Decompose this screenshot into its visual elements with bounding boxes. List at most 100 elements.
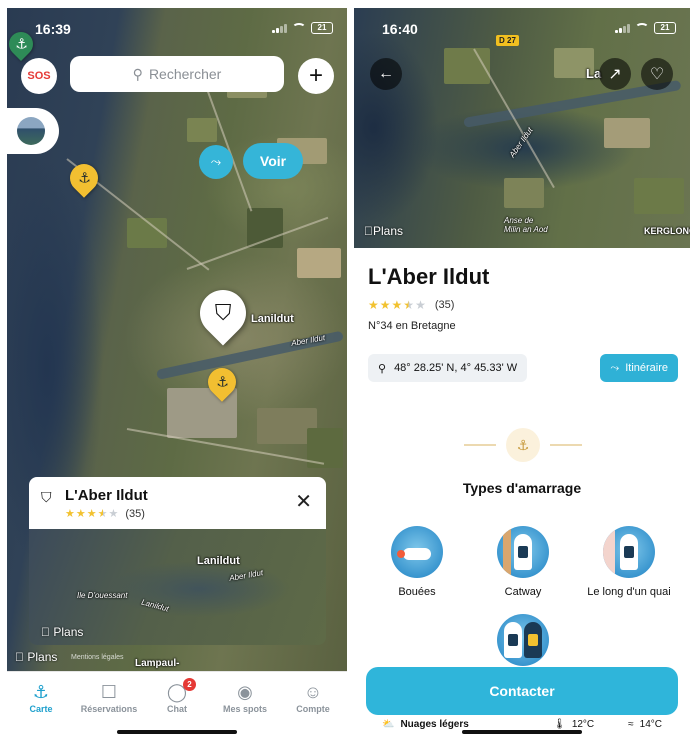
- back-button[interactable]: ←: [370, 58, 402, 90]
- map-label-village: Lanildut: [251, 313, 294, 325]
- map-icon: ⚓: [32, 682, 50, 702]
- map-layer-thumbnail[interactable]: [7, 108, 59, 154]
- battery-icon: 21: [311, 22, 333, 34]
- tab-label: Réservations: [80, 704, 138, 714]
- map-screen: Lanildut Aber Ildut Lampaul- ⚓ ⚓ ⛉ ⚓  P…: [7, 8, 347, 740]
- tab-label: Carte: [29, 704, 53, 714]
- map-pin-icon: ⚲: [378, 362, 387, 375]
- star-icon: ★: [379, 298, 391, 312]
- hero-map[interactable]: D 27 La Aber Ildut Anse de Milin an Aod …: [354, 8, 690, 248]
- calendar-icon: ☐: [100, 682, 118, 702]
- status-bar: 16:40 21: [354, 8, 690, 40]
- buoy-icon: [391, 526, 443, 578]
- wifi-icon: [635, 23, 649, 33]
- external-link-icon: ↗: [608, 66, 622, 83]
- star-icon: ★: [86, 508, 97, 520]
- mooring-option-quai: Le long d'un quai: [574, 526, 684, 598]
- star-icon: ★: [97, 508, 108, 520]
- section-divider: ⚓: [464, 428, 582, 462]
- tab-carte[interactable]: ⚓ Carte: [9, 680, 73, 740]
- hero-corner-label: KERGLONG: [644, 226, 690, 236]
- location-pin-icon: ◉: [237, 682, 253, 702]
- star-icon: ★: [108, 508, 119, 520]
- weather-label: Nuages légers: [400, 718, 469, 730]
- mooring-icon: ⛉: [41, 489, 52, 505]
- mooring-option-label: Le long d'un quai: [587, 586, 671, 598]
- favorite-button[interactable]: ♡: [641, 58, 673, 90]
- card-rating-count: (35): [125, 507, 145, 520]
- home-indicator: [117, 730, 237, 734]
- search-input[interactable]: ⚲ Rechercher: [70, 56, 284, 92]
- waves-icon: ≈: [628, 718, 634, 730]
- card-map-preview: Lanildut Aber Ildut Ile D'ouessant Lanil…: [29, 529, 326, 645]
- contacter-button[interactable]: Contacter: [366, 667, 678, 715]
- card-star-rating: ★ ★ ★ ★ ★ (35): [65, 507, 145, 521]
- star-icon: ★: [415, 298, 426, 312]
- status-time: 16:40: [382, 21, 418, 37]
- map-label-town: Lampaul-: [135, 658, 180, 669]
- card-map-river: Aber Ildut: [228, 568, 264, 583]
- star-icon: ★: [75, 508, 86, 520]
- spot-preview-card[interactable]: ⛉ L'Aber Ildut ★ ★ ★ ★ ★ (35) ✕ Lanildut Abe…: [29, 477, 326, 645]
- sos-button[interactable]: SOS: [21, 58, 57, 94]
- tab-label: Compte: [296, 704, 330, 714]
- mooring-option-label: Bouées: [398, 586, 436, 598]
- battery-icon: 21: [654, 22, 676, 34]
- itineraire-button[interactable]: ⤳ Itinéraire: [600, 354, 678, 382]
- thermometer-icon: 🌡: [553, 718, 566, 730]
- card-map-channel: Ile D'ouessant: [77, 591, 128, 600]
- spot-title: L'Aber Ildut: [368, 264, 490, 289]
- home-indicator: [462, 730, 582, 734]
- spot-detail-screen: D 27 La Aber Ildut Anse de Milin an Aod …: [354, 8, 690, 740]
- mooring-types-title: Types d'amarrage: [462, 480, 582, 496]
- route-icon: ⤳: [610, 361, 620, 374]
- cloud-sun-icon: ⛅: [382, 718, 395, 730]
- anchor-emblem-icon: ⚓: [506, 428, 540, 462]
- water-temperature: 14°C: [639, 718, 662, 730]
- route-button[interactable]: ⤳: [199, 145, 233, 179]
- spot-rank: N°34 en Bretagne: [368, 320, 456, 332]
- heart-icon: ♡: [649, 66, 665, 83]
- arrow-left-icon: ←: [378, 65, 394, 82]
- search-placeholder: Rechercher: [148, 66, 222, 82]
- mooring-option-catway: Catway: [468, 526, 578, 598]
- mooring-option-label: Catway: [504, 586, 542, 598]
- hero-apple-plans-logo: Plans: [364, 224, 403, 238]
- chat-badge: 2: [183, 678, 196, 691]
- mooring-option-bouees: Bouées: [362, 526, 472, 598]
- card-apple-plans-logo:  Plans: [41, 625, 83, 639]
- legal-link[interactable]: Mentions légales: [71, 654, 124, 661]
- mooring-option-rafted: [468, 614, 578, 674]
- catway-icon: [497, 526, 549, 578]
- account-icon: ☺: [303, 682, 323, 702]
- layer-preview-image: [17, 117, 45, 145]
- tab-bar: ⚓ Carte ☐ Réservations ◯ 2 Chat ◉ Mes sp…: [7, 671, 347, 740]
- apple-plans-logo:  Plans: [15, 650, 57, 664]
- card-map-village: Lanildut: [197, 555, 240, 567]
- card-title: L'Aber Ildut: [65, 487, 148, 504]
- signal-icon: [615, 23, 630, 33]
- tab-compte[interactable]: ☺ Compte: [281, 680, 345, 740]
- rafted-boats-icon: [497, 614, 549, 666]
- star-icon: ★: [391, 298, 403, 312]
- mooring-pin-yellow[interactable]: ⚓: [64, 158, 104, 198]
- status-time: 16:39: [35, 21, 71, 37]
- wifi-icon: [292, 23, 306, 33]
- search-icon: ⚲: [132, 65, 143, 82]
- coordinates-chip[interactable]: ⚲ 48° 28.25' N, 4° 45.33' W: [368, 354, 528, 382]
- share-button[interactable]: ↗: [599, 58, 631, 90]
- card-map-channel-2: Lanildut: [140, 597, 170, 614]
- route-icon: ⤳: [210, 154, 222, 169]
- selected-spot-pin[interactable]: ⛉: [190, 280, 256, 346]
- add-button[interactable]: +: [298, 58, 334, 94]
- signal-icon: [272, 23, 287, 33]
- hero-cove-label: Anse de Milin an Aod: [504, 216, 548, 234]
- voir-button[interactable]: Voir: [243, 143, 303, 179]
- star-icon: ★: [368, 298, 379, 312]
- star-icon: ★: [403, 298, 415, 312]
- air-temperature: 12°C: [571, 718, 595, 730]
- quay-icon: [603, 526, 655, 578]
- close-icon[interactable]: ✕: [295, 489, 312, 514]
- tab-label: Chat: [167, 704, 187, 714]
- spot-rating-count: (35): [434, 299, 455, 311]
